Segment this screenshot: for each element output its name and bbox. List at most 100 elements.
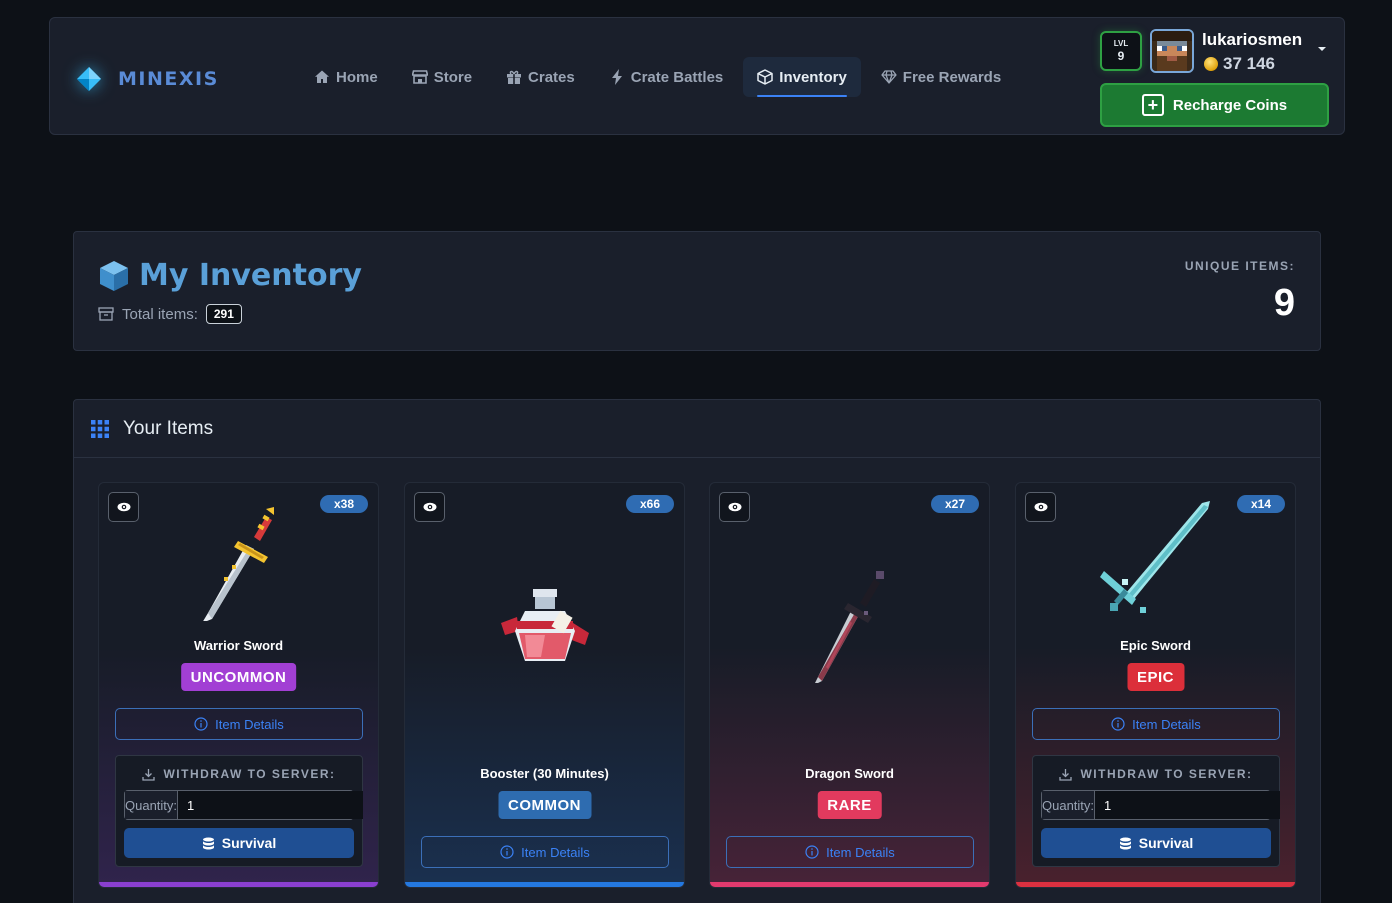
item-details-label: Item Details	[215, 716, 284, 732]
withdraw-label: WITHDRAW TO SERVER:	[1033, 767, 1279, 781]
nav-store-label: Store	[433, 68, 473, 86]
download-icon	[142, 768, 156, 781]
withdraw-panel: WITHDRAW TO SERVER: Quantity: Survival	[1032, 755, 1281, 867]
withdraw-survival-button[interactable]: Survival	[1041, 828, 1271, 858]
store-icon	[411, 69, 428, 85]
item-details-button[interactable]: Item Details	[421, 836, 669, 868]
preview-button[interactable]	[719, 492, 750, 522]
preview-button[interactable]	[108, 492, 139, 522]
server-label: Survival	[1138, 835, 1194, 851]
quantity-label: Quantity:	[125, 791, 179, 819]
items-panel-header: Your Items	[74, 400, 1320, 458]
withdraw-label-text: WITHDRAW TO SERVER:	[1080, 767, 1253, 781]
withdraw-label-text: WITHDRAW TO SERVER:	[163, 767, 336, 781]
gem-icon	[881, 69, 897, 85]
page-title: My Inventory	[97, 258, 362, 293]
item-details-button[interactable]: Item Details	[115, 708, 363, 740]
nav-home[interactable]: Home	[300, 57, 392, 97]
quantity-field: Quantity:	[124, 790, 364, 820]
level-label: LVL	[1113, 39, 1129, 48]
gift-icon	[506, 69, 522, 85]
item-details-button[interactable]: Item Details	[1032, 708, 1280, 740]
nav-store[interactable]: Store	[398, 57, 486, 97]
database-icon	[1119, 837, 1131, 849]
items-section-title: Your Items	[123, 417, 214, 439]
recharge-coins-label: Recharge Coins	[1172, 96, 1288, 114]
coin-balance: 37 146	[1204, 54, 1275, 74]
nav-inventory[interactable]: Inventory	[743, 57, 861, 97]
page-title-text: My Inventory	[139, 258, 362, 293]
eye-icon	[117, 502, 130, 512]
coin-icon	[1204, 57, 1218, 71]
database-icon	[202, 837, 214, 849]
quantity-input[interactable]	[178, 791, 364, 819]
plus-icon: +	[1141, 94, 1164, 116]
level-badge: LVL 9	[1100, 31, 1142, 71]
item-name: Dragon Sword	[805, 766, 894, 781]
rarity-bar	[99, 882, 378, 887]
quantity-badge: x14	[1236, 495, 1285, 513]
rarity-badge: UNCOMMON	[180, 663, 297, 691]
item-image-warrior-sword	[194, 501, 294, 623]
total-items-badge: 291	[205, 304, 242, 324]
nav-crate-battles-label: Crate Battles	[630, 68, 724, 86]
nav-home-label: Home	[336, 68, 378, 86]
level-value: 9	[1117, 49, 1125, 63]
quantity-input[interactable]	[1095, 791, 1281, 819]
item-card: x27 Dragon Sword RARE Item Details	[709, 482, 990, 888]
lightning-icon	[609, 69, 625, 85]
rarity-bar	[1016, 882, 1295, 887]
chevron-down-icon[interactable]	[1316, 42, 1328, 54]
diamond-logo-icon	[76, 66, 102, 92]
item-details-label: Item Details	[826, 844, 895, 860]
item-details-button[interactable]: Item Details	[726, 836, 974, 868]
withdraw-panel: WITHDRAW TO SERVER: Quantity: Survival	[115, 755, 364, 867]
rarity-badge: COMMON	[498, 791, 591, 819]
info-icon	[500, 845, 514, 859]
preview-button[interactable]	[414, 492, 445, 522]
username: lukariosmen	[1202, 30, 1303, 49]
item-card: x66 Booster (30 Minutes) COMMON Item Det…	[404, 482, 685, 888]
nav-free-rewards[interactable]: Free Rewards	[867, 57, 1015, 97]
nav-crate-battles[interactable]: Crate Battles	[595, 57, 738, 97]
recharge-coins-button[interactable]: + Recharge Coins	[1100, 83, 1329, 127]
item-name: Epic Sword	[1120, 638, 1191, 653]
brand-logo[interactable]: MINEXIS	[76, 64, 219, 94]
rarity-bar	[405, 882, 684, 887]
rarity-bar	[710, 882, 989, 887]
info-icon	[1111, 717, 1125, 731]
quantity-badge: x66	[625, 495, 674, 513]
item-card: x14 Epic Sword EPIC Item Details WITHDRA…	[1015, 482, 1296, 888]
cube-icon	[97, 259, 131, 293]
item-name: Warrior Sword	[193, 638, 284, 653]
eye-icon	[1034, 502, 1047, 512]
rarity-badge: RARE	[817, 791, 882, 819]
rarity-badge: EPIC	[1126, 663, 1185, 691]
nav-crates[interactable]: Crates	[492, 57, 589, 97]
quantity-field: Quantity:	[1041, 790, 1281, 820]
user-area: LVL 9 lukariosmen 37 146 + Recharge Coin…	[1100, 28, 1330, 128]
eye-icon	[423, 502, 436, 512]
withdraw-survival-button[interactable]: Survival	[124, 828, 354, 858]
preview-button[interactable]	[1025, 492, 1056, 522]
withdraw-label: WITHDRAW TO SERVER:	[116, 767, 362, 781]
eye-icon	[728, 502, 741, 512]
server-label: Survival	[221, 835, 277, 851]
download-icon	[1059, 768, 1073, 781]
item-image-epic-sword	[1096, 497, 1216, 617]
unique-items-label: UNIQUE ITEMS:	[1184, 259, 1295, 273]
item-name: Booster (30 Minutes)	[480, 766, 609, 781]
nav-inventory-label: Inventory	[779, 68, 847, 86]
total-items: Total items: 291	[98, 304, 242, 324]
home-icon	[314, 69, 330, 85]
nav-free-rewards-label: Free Rewards	[902, 68, 1002, 86]
nav-crates-label: Crates	[528, 68, 575, 86]
unique-items-value: 9	[1273, 282, 1295, 324]
item-details-label: Item Details	[521, 844, 590, 860]
box-icon	[757, 69, 774, 85]
item-card: x38 Warrior Sword UNCOMMON Item Details …	[98, 482, 379, 888]
avatar[interactable]	[1150, 29, 1194, 73]
quantity-label: Quantity:	[1042, 791, 1096, 819]
quantity-badge: x27	[930, 495, 979, 513]
quantity-badge: x38	[319, 495, 368, 513]
